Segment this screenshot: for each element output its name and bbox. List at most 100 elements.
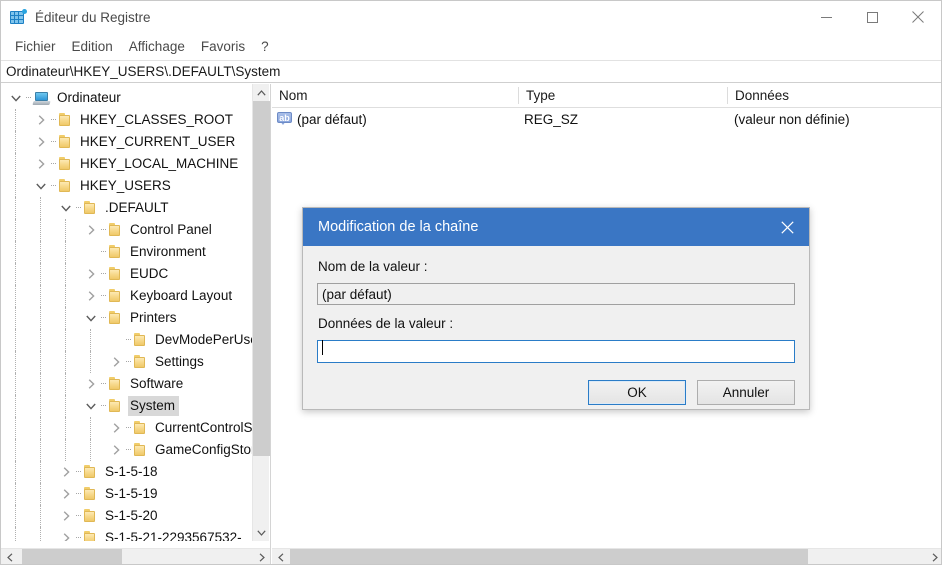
chevron-right-icon[interactable] [58, 505, 74, 527]
tree-item-hkey-local-machine[interactable]: HKEY_LOCAL_MACHINE [1, 153, 252, 175]
tree-item-keyboard-layout[interactable]: Keyboard Layout [1, 285, 252, 307]
menu-edition[interactable]: Edition [64, 36, 121, 57]
maximize-icon[interactable] [849, 1, 895, 33]
menu-affichage[interactable]: Affichage [121, 36, 193, 57]
value-name-field[interactable] [317, 283, 795, 305]
tree-item-software[interactable]: Software [1, 373, 252, 395]
value-data-field[interactable] [317, 340, 795, 363]
tree-item-s-1-5-21-2293567532[interactable]: S-1-5-21-2293567532- [1, 527, 252, 541]
tree-connector [24, 87, 33, 109]
chevron-right-icon[interactable] [58, 483, 74, 505]
chevron-right-icon[interactable] [58, 527, 74, 541]
registry-grid-icon [10, 9, 27, 25]
tree-vscroll-thumb[interactable] [253, 101, 270, 456]
edit-string-dialog: Modification de la chaîne Nom de la vale… [302, 207, 810, 410]
chevron-right-icon[interactable] [83, 219, 99, 241]
folder-icon [133, 421, 149, 435]
minimize-icon[interactable] [803, 1, 849, 33]
menu-aide[interactable]: ? [253, 36, 277, 57]
menu-favoris[interactable]: Favoris [193, 36, 253, 57]
tree-item-hkey-classes-root[interactable]: HKEY_CLASSES_ROOT [1, 109, 252, 131]
tree-item-settings[interactable]: Settings [1, 351, 252, 373]
chevron-right-icon[interactable] [83, 373, 99, 395]
table-row[interactable]: ab (par défaut) REG_SZ (valeur non définie) [272, 108, 941, 130]
folder-icon [58, 179, 74, 193]
tree-vertical-scrollbar[interactable] [252, 84, 270, 541]
folder-icon [133, 333, 149, 347]
tree-horizontal-scrollbar[interactable] [1, 548, 270, 564]
tree-item-label: HKEY_CURRENT_USER [80, 134, 236, 149]
folder-icon [108, 223, 124, 237]
tree-item-s-1-5-18[interactable]: S-1-5-18 [1, 461, 252, 483]
tree-connector [49, 153, 58, 175]
chevron-right-icon[interactable] [83, 263, 99, 285]
cancel-button[interactable]: Annuler [697, 380, 795, 405]
list-scroll-right-icon[interactable] [926, 549, 941, 564]
chevron-right-icon[interactable] [108, 351, 124, 373]
chevron-right-icon[interactable] [108, 439, 124, 461]
tree-item-s-1-5-20[interactable]: S-1-5-20 [1, 505, 252, 527]
folder-icon [133, 443, 149, 457]
tree-item-hkey-current-user[interactable]: HKEY_CURRENT_USER [1, 131, 252, 153]
chevron-down-icon[interactable] [33, 175, 49, 197]
tree-connector [49, 131, 58, 153]
tree-connector [49, 175, 58, 197]
list-scroll-left-icon[interactable] [272, 549, 289, 564]
scroll-up-icon[interactable] [253, 84, 270, 101]
tree-hscroll-thumb[interactable] [22, 549, 122, 564]
tree-item-label: GameConfigStore [155, 442, 252, 457]
chevron-down-icon[interactable] [83, 307, 99, 329]
list-horizontal-scrollbar[interactable] [272, 548, 941, 564]
tree-item-hkey-users[interactable]: HKEY_USERS [1, 175, 252, 197]
tree-item-label: EUDC [130, 266, 169, 281]
chevron-down-icon[interactable] [58, 197, 74, 219]
chevron-right-icon[interactable] [33, 131, 49, 153]
scroll-down-icon[interactable] [253, 524, 270, 541]
tree-item-label: DevModePerUser [155, 332, 252, 347]
registry-editor-window: Éditeur du Registre Fichier Edition Affi… [0, 0, 942, 565]
ok-button[interactable]: OK [588, 380, 686, 405]
menu-fichier[interactable]: Fichier [7, 36, 64, 57]
tree-connector [124, 329, 133, 351]
column-header-nom[interactable]: Nom [272, 84, 519, 107]
folder-icon [83, 531, 99, 541]
tree-item-currentcontrolset[interactable]: CurrentControlSet [1, 417, 252, 439]
dialog-title: Modification de la chaîne [318, 219, 479, 235]
scroll-left-icon[interactable] [1, 549, 18, 564]
tree-item-eudc[interactable]: EUDC [1, 263, 252, 285]
close-icon[interactable] [895, 1, 941, 33]
tree-item-s-1-5-19[interactable]: S-1-5-19 [1, 483, 252, 505]
tree-item-environment[interactable]: Environment [1, 241, 252, 263]
tree-item-system[interactable]: System [1, 395, 252, 417]
dialog-close-icon[interactable] [765, 208, 809, 246]
chevron-down-icon[interactable] [83, 395, 99, 417]
chevron-right-icon[interactable] [83, 285, 99, 307]
list-hscroll-thumb[interactable] [290, 549, 808, 564]
chevron-right-icon[interactable] [108, 417, 124, 439]
tree-connector [49, 109, 58, 131]
chevron-down-icon[interactable] [8, 87, 24, 109]
tree-item-devmodeperuser[interactable]: DevModePerUser [1, 329, 252, 351]
address-bar[interactable]: Ordinateur\HKEY_USERS\.DEFAULT\System [1, 60, 941, 83]
column-header-donnees[interactable]: Données [728, 84, 941, 107]
scroll-right-icon[interactable] [253, 549, 270, 564]
list-column-headers: Nom Type Données [272, 84, 941, 108]
tree-item-ordinateur[interactable]: Ordinateur [1, 87, 252, 109]
tree-connector [99, 307, 108, 329]
registry-tree-pane: Ordinateur HKEY_CLASSES_ROOT HKEY_CURRENT_… [1, 84, 271, 564]
tree-item-label: HKEY_CLASSES_ROOT [80, 112, 234, 127]
tree-item-gameconfigstore[interactable]: GameConfigStore [1, 439, 252, 461]
chevron-right-icon[interactable] [33, 153, 49, 175]
tree-item-control-panel[interactable]: Control Panel [1, 219, 252, 241]
chevron-right-icon[interactable] [33, 109, 49, 131]
tree-connector [99, 395, 108, 417]
chevron-right-icon[interactable] [58, 461, 74, 483]
folder-icon [58, 135, 74, 149]
tree-item-default[interactable]: .DEFAULT [1, 197, 252, 219]
tree-item-label: S-1-5-18 [105, 464, 158, 479]
column-header-type[interactable]: Type [519, 84, 728, 107]
tree-item-label: Printers [130, 310, 177, 325]
folder-icon [108, 267, 124, 281]
tree-item-printers[interactable]: Printers [1, 307, 252, 329]
